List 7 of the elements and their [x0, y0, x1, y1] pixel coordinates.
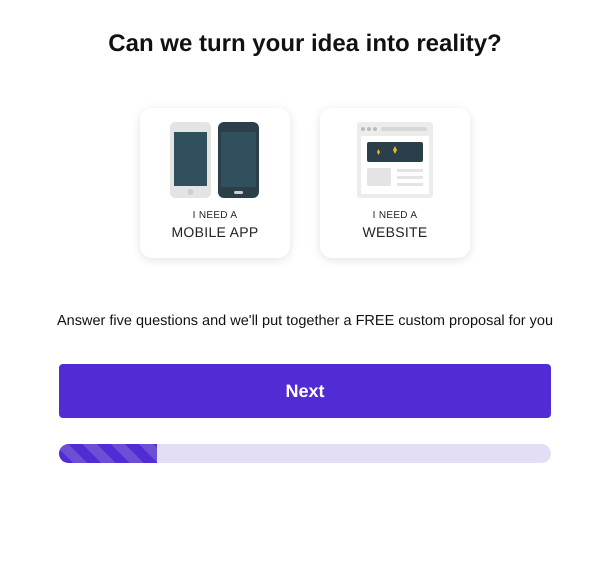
- browser-window-icon: [357, 122, 433, 198]
- option-card[interactable]: I NEED A WEBSITE: [320, 108, 470, 258]
- description-text: Answer five questions and we'll put together a FREE custom proposal for you: [56, 313, 554, 329]
- next-button[interactable]: Next: [59, 364, 551, 418]
- page-title: Can we turn your idea into reality?: [108, 30, 502, 58]
- option-card[interactable]: I NEED A MOBILE APP: [140, 108, 290, 258]
- phones-icon: [170, 122, 260, 198]
